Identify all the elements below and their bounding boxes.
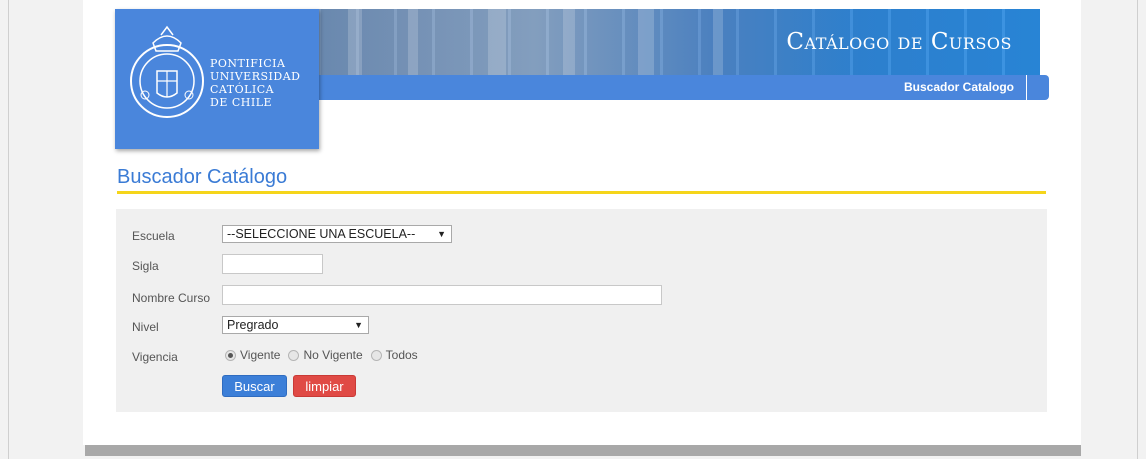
page-title: Buscador Catálogo bbox=[117, 166, 288, 188]
nivel-label: Nivel bbox=[132, 320, 159, 334]
university-logo[interactable]: PONTIFICIA UNIVERSIDAD CATÓLICA DE CHILE bbox=[115, 9, 319, 149]
escuela-label: Escuela bbox=[132, 229, 175, 243]
university-seal-icon bbox=[130, 25, 204, 118]
top-nav: Buscador Catalogo bbox=[318, 75, 1049, 100]
header-banner: Catálogo de Cursos bbox=[318, 9, 1040, 75]
sigla-input[interactable] bbox=[222, 254, 323, 274]
banner-title: Catálogo de Cursos bbox=[786, 29, 1012, 55]
dropdown-arrow-icon: ▼ bbox=[437, 229, 446, 239]
radio-vigente[interactable] bbox=[225, 349, 236, 361]
vigencia-radio-group: Vigente No Vigente Todos bbox=[225, 348, 426, 362]
nombre-curso-label: Nombre Curso bbox=[132, 291, 211, 305]
nombre-curso-input[interactable] bbox=[222, 285, 662, 305]
vigencia-label: Vigencia bbox=[132, 350, 178, 364]
escuela-select[interactable]: --SELECCIONE UNA ESCUELA-- ▼ bbox=[222, 225, 452, 243]
sigla-label: Sigla bbox=[132, 259, 159, 273]
radio-todos[interactable] bbox=[370, 349, 382, 361]
window-border-left bbox=[8, 0, 9, 459]
nivel-select[interactable]: Pregrado ▼ bbox=[222, 316, 369, 334]
nav-buscador-catalogo[interactable]: Buscador Catalogo bbox=[904, 75, 1027, 100]
institution-name: PONTIFICIA UNIVERSIDAD CATÓLICA DE CHILE bbox=[210, 57, 301, 109]
radio-no-vigente[interactable] bbox=[288, 349, 300, 361]
buscar-button[interactable]: Buscar bbox=[222, 375, 287, 397]
title-divider bbox=[117, 191, 1046, 194]
limpiar-button[interactable]: limpiar bbox=[293, 375, 356, 397]
window-border-right bbox=[1137, 0, 1138, 459]
footer-bar bbox=[85, 445, 1081, 456]
dropdown-arrow-icon: ▼ bbox=[354, 320, 363, 330]
